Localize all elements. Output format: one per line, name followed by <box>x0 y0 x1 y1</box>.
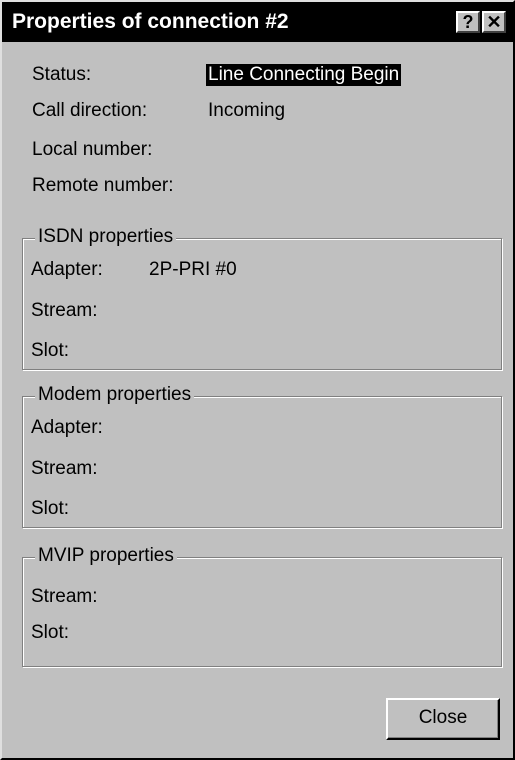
help-button[interactable]: ? <box>456 11 480 33</box>
mvip-stream-label: Stream: <box>31 586 98 607</box>
mvip-properties-legend: MVIP properties <box>35 545 177 567</box>
modem-properties-group: Modem properties Adapter: Stream: Slot: <box>22 384 502 528</box>
remote-number-label: Remote number: <box>32 175 174 196</box>
isdn-properties-group: ISDN properties Adapter: 2P-PRI #0 Strea… <box>22 226 502 370</box>
modem-properties-legend: Modem properties <box>35 384 195 406</box>
window-title: Properties of connection #2 <box>12 10 289 33</box>
properties-dialog: Properties of connection #2 ? ✕ Status: … <box>0 0 515 760</box>
local-number-label: Local number: <box>32 139 153 160</box>
mvip-properties-group: MVIP properties Stream: Slot: <box>22 545 502 667</box>
modem-slot-label: Slot: <box>31 498 70 519</box>
call-direction-value: Incoming <box>208 100 286 121</box>
modem-adapter-label: Adapter: <box>31 417 103 438</box>
isdn-properties-legend: ISDN properties <box>35 226 177 248</box>
modem-stream-label: Stream: <box>31 458 98 479</box>
help-icon: ? <box>462 12 474 32</box>
isdn-stream-label: Stream: <box>31 300 98 321</box>
isdn-slot-label: Slot: <box>31 340 70 361</box>
close-icon: ✕ <box>486 12 502 32</box>
close-button[interactable]: Close <box>386 698 500 740</box>
title-bar[interactable]: Properties of connection #2 ? ✕ <box>2 2 513 42</box>
isdn-adapter-label: Adapter: <box>31 259 103 280</box>
call-direction-label: Call direction: <box>32 100 148 121</box>
title-close-button[interactable]: ✕ <box>482 11 506 33</box>
isdn-adapter-value: 2P-PRI #0 <box>149 259 237 280</box>
mvip-slot-label: Slot: <box>31 622 70 643</box>
status-label: Status: <box>32 64 92 85</box>
status-value: Line Connecting Begin <box>206 64 402 86</box>
